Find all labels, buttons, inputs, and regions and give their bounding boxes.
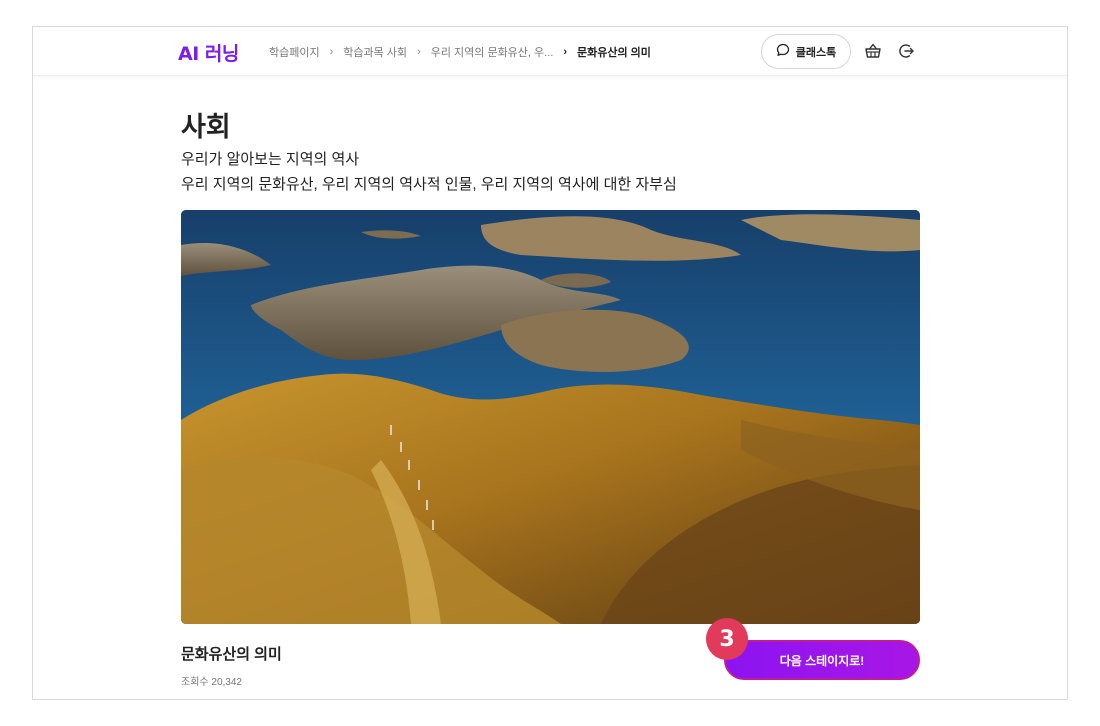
logo[interactable]: AI 러닝 <box>178 39 239 66</box>
breadcrumb-item-subject[interactable]: 학습과목 사회 <box>343 44 407 60</box>
chevron-right-icon: › <box>417 46 421 58</box>
page-title: 사회 <box>181 112 231 142</box>
breadcrumb: 학습페이지 › 학습과목 사회 › 우리 지역의 문화유산, 우... › 문화… <box>269 44 651 60</box>
class-talk-label: 클래스톡 <box>795 46 837 59</box>
lesson-title: 문화유산의 의미 <box>181 646 282 663</box>
chevron-right-icon: › <box>563 46 567 58</box>
breadcrumb-item-learning-page[interactable]: 학습페이지 <box>269 44 320 60</box>
lesson-hero-image <box>181 210 920 624</box>
step-number-badge: 3 <box>706 618 748 660</box>
basket-icon[interactable] <box>862 40 884 62</box>
class-talk-button[interactable]: 클래스톡 <box>761 34 851 69</box>
subtitle-line-1: 우리가 알아보는 지역의 역사 <box>181 151 360 168</box>
breadcrumb-item-unit[interactable]: 우리 지역의 문화유산, 우... <box>431 44 554 60</box>
chevron-right-icon: › <box>329 46 334 58</box>
subtitle-line-2: 우리 지역의 문화유산, 우리 지역의 역사적 인물, 우리 지역의 역사에 대… <box>181 176 677 193</box>
page-subtitle: 우리가 알아보는 지역의 역사 우리 지역의 문화유산, 우리 지역의 역사적 … <box>181 147 677 197</box>
chat-bubble-icon <box>776 43 790 60</box>
page-frame: AI 러닝 학습페이지 › 학습과목 사회 › 우리 지역의 문화유산, 우..… <box>32 26 1068 700</box>
logout-icon[interactable] <box>895 40 917 62</box>
top-header: AI 러닝 학습페이지 › 학습과목 사회 › 우리 지역의 문화유산, 우..… <box>33 27 1067 76</box>
breadcrumb-item-current: 문화유산의 의미 <box>577 47 651 59</box>
next-stage-button[interactable]: 다음 스테이지로! <box>724 640 920 680</box>
view-count: 조회수 20,342 <box>181 677 242 688</box>
